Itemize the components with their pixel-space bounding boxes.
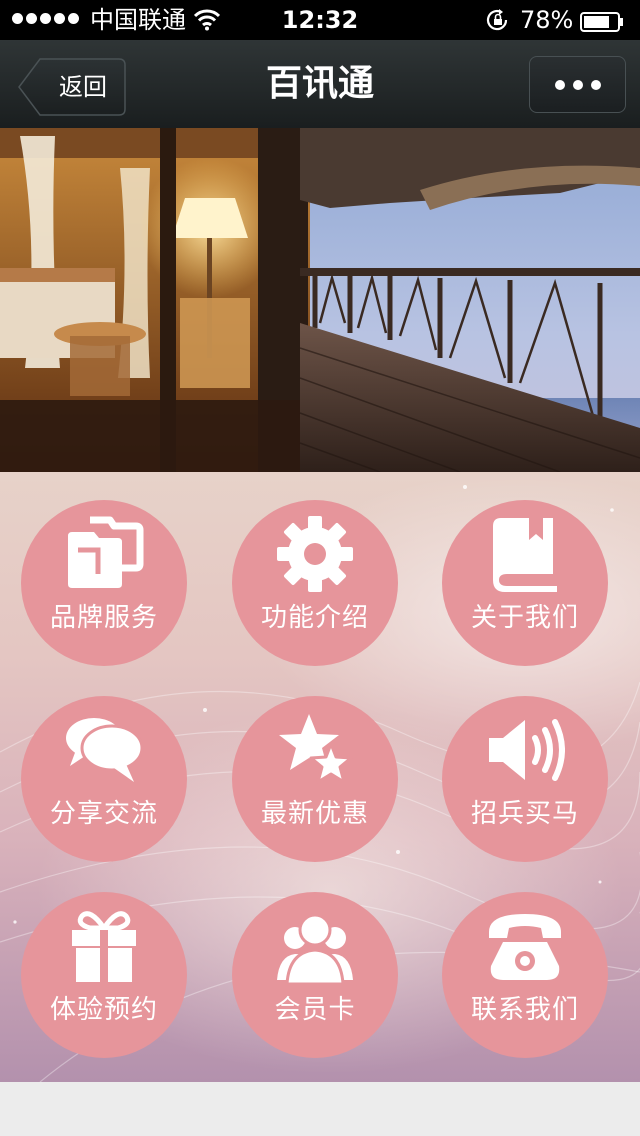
menu-tile-label: 会员卡 — [274, 995, 356, 1025]
menu-tile-label: 功能介绍 — [260, 603, 369, 633]
gear-icon — [277, 516, 353, 592]
menu-tile-experience-booking[interactable]: 体验预约 — [21, 892, 187, 1058]
ellipsis-icon — [554, 79, 565, 90]
main-menu: 品牌服务 功能介绍 关于我们 分享交流 最新优惠 招兵买马 体验预约 会员卡 联… — [0, 472, 640, 1082]
menu-tile-membership-card[interactable]: 会员卡 — [232, 892, 398, 1058]
battery-icon — [580, 10, 624, 32]
chat-bubbles-icon — [66, 718, 144, 782]
menu-tile-label: 联系我们 — [470, 995, 579, 1025]
menu-tile-recruitment[interactable]: 招兵买马 — [442, 696, 608, 862]
folders-icon — [68, 516, 144, 588]
nav-bar: 返回 百讯通 — [0, 40, 640, 129]
banner-image — [0, 128, 640, 472]
menu-tile-label: 分享交流 — [49, 799, 158, 829]
rotation-lock-icon — [486, 9, 510, 37]
menu-tile-contact-us[interactable]: 联系我们 — [442, 892, 608, 1058]
book-icon — [493, 518, 557, 592]
menu-tile-features[interactable]: 功能介绍 — [232, 500, 398, 666]
menu-tile-label: 关于我们 — [470, 603, 579, 633]
battery-percent: 78% — [520, 6, 574, 34]
telephone-icon — [489, 914, 561, 980]
menu-tile-label: 最新优惠 — [260, 799, 369, 829]
status-bar: 中国联通 12:32 78% — [0, 0, 640, 40]
page-title: 百讯通 — [265, 63, 374, 104]
more-button[interactable] — [529, 56, 626, 113]
menu-tile-label: 体验预约 — [49, 995, 158, 1025]
menu-tile-about-us[interactable]: 关于我们 — [442, 500, 608, 666]
menu-tile-brand-service[interactable]: 品牌服务 — [21, 500, 187, 666]
stars-icon — [279, 714, 353, 784]
speaker-icon — [489, 719, 565, 781]
back-button-label: 返回 — [59, 73, 107, 101]
menu-tile-share-exchange[interactable]: 分享交流 — [21, 696, 187, 862]
back-button[interactable]: 返回 — [18, 58, 126, 116]
menu-tile-label: 品牌服务 — [49, 603, 158, 633]
gift-icon — [72, 911, 136, 982]
users-icon — [277, 913, 353, 986]
footer-area — [0, 1082, 640, 1136]
menu-tile-label: 招兵买马 — [470, 799, 579, 829]
menu-tile-latest-offers[interactable]: 最新优惠 — [232, 696, 398, 862]
